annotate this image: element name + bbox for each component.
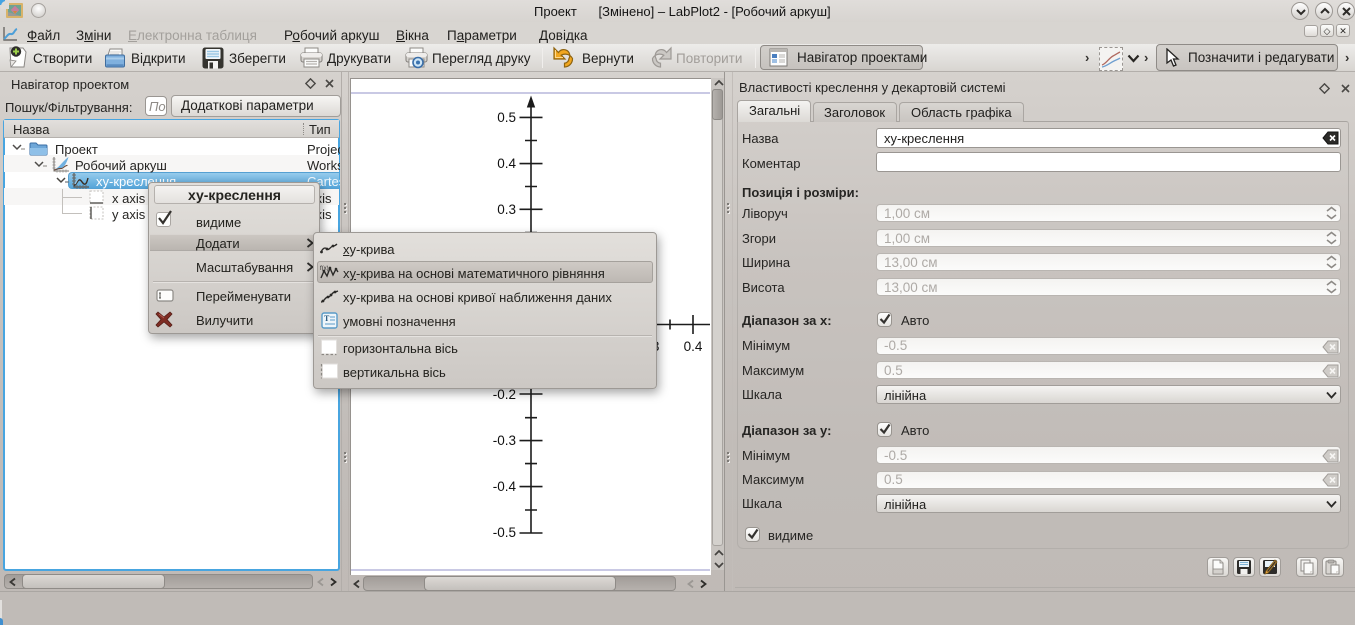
svg-text:T: T [324, 314, 330, 323]
svg-text:-0.5: -0.5 [493, 525, 516, 540]
svg-text:-0.2: -0.2 [493, 387, 516, 402]
svg-text:-0.3: -0.3 [493, 433, 516, 448]
svg-text:0.5: 0.5 [497, 110, 516, 125]
svg-text:0.3: 0.3 [497, 202, 516, 217]
svg-text:0.4: 0.4 [497, 156, 516, 171]
svg-text:0.4: 0.4 [684, 339, 703, 354]
svg-text:-0.4: -0.4 [493, 479, 517, 494]
